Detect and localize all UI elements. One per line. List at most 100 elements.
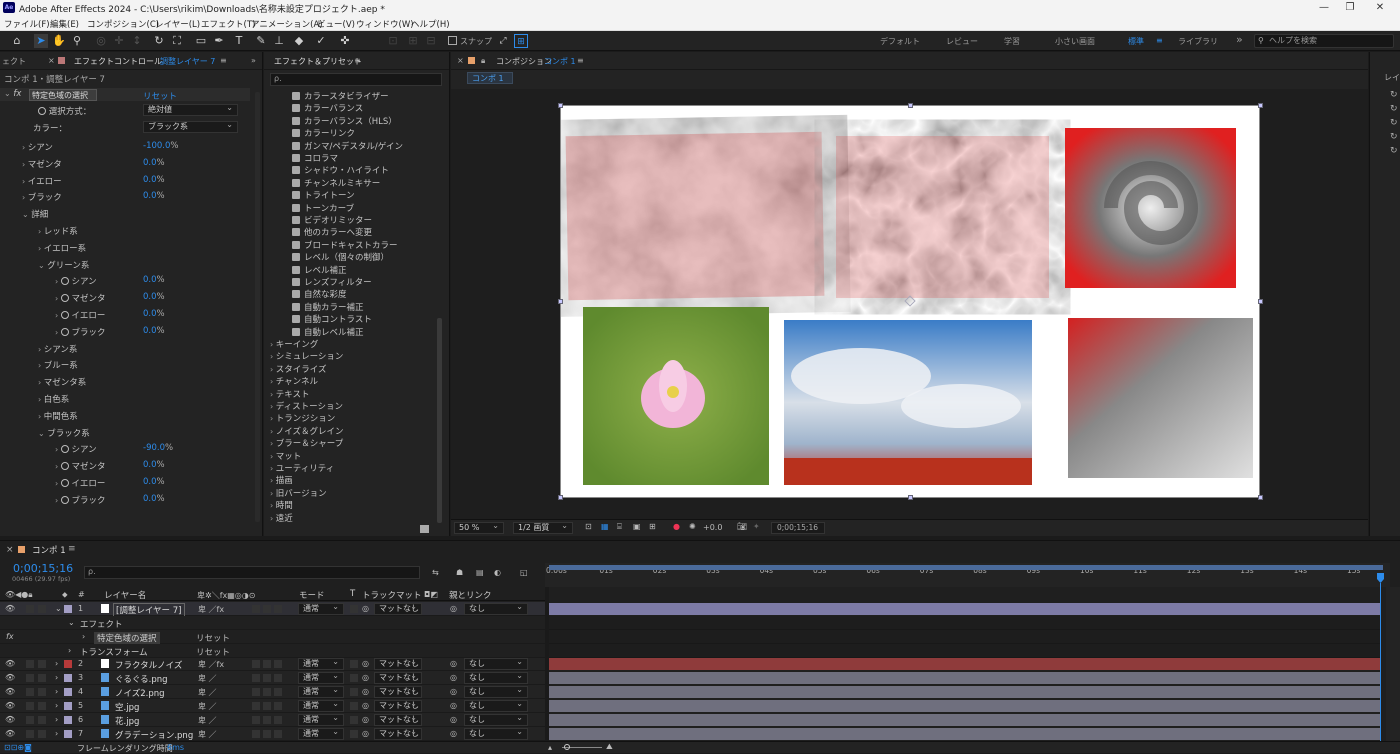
parent-pickwhip-icon[interactable]: ◎ [450, 659, 457, 668]
layer-label-color[interactable] [64, 674, 72, 682]
layer-expand-icon[interactable]: › [55, 659, 58, 668]
property-expand-icon[interactable]: ⌄ [68, 618, 75, 627]
effect-category[interactable]: › チャンネル [270, 375, 318, 387]
graph-editor-icon[interactable]: ◱ [520, 568, 528, 577]
visibility-eye-icon[interactable]: 👁︎ [5, 729, 15, 738]
fx-switch-icon[interactable]: fx [6, 632, 14, 641]
timeline-menu-icon[interactable]: ≡ [68, 544, 76, 554]
pen-tool-icon[interactable]: ✒ [212, 34, 226, 48]
effect-category[interactable]: › トランジション [270, 412, 335, 424]
3d-switch[interactable] [274, 702, 282, 710]
resolution-dropdown[interactable]: 1/2 画質 [513, 521, 573, 534]
orbit-camera-icon[interactable]: ◎ [94, 34, 108, 48]
param-value[interactable]: 0.0% [143, 175, 165, 185]
method-dropdown[interactable]: 絶対値 [143, 103, 238, 116]
preserve-transparency-checkbox[interactable] [350, 716, 358, 724]
param-row[interactable]: › マゼンタ [55, 460, 105, 472]
matte-pickwhip-icon[interactable]: ◎ [362, 729, 369, 738]
effect-category[interactable]: › シミュレーション [270, 350, 343, 362]
effect-category[interactable]: › スタイライズ [270, 363, 327, 375]
mode-dropdown[interactable]: 通常 [298, 657, 344, 670]
matte-pickwhip-icon[interactable]: ◎ [362, 701, 369, 710]
audio-switch[interactable] [26, 730, 34, 738]
layer-expand-icon[interactable]: › [55, 687, 58, 696]
workspace-standard[interactable]: 標準 [1128, 36, 1144, 47]
effect-list-item[interactable]: カラーバランス [292, 102, 363, 114]
eraser-tool-icon[interactable]: ◆ [292, 34, 306, 48]
audio-switch[interactable] [26, 660, 34, 668]
timeline-zoom-knob[interactable] [564, 744, 570, 750]
col-layer-name[interactable]: レイヤー名 [104, 589, 146, 601]
parent-dropdown[interactable]: なし [464, 699, 528, 712]
stopwatch-icon[interactable] [60, 479, 69, 487]
param-row[interactable]: › シアン [22, 141, 53, 153]
3d-switch[interactable] [274, 605, 282, 613]
right-panel-label[interactable]: レイ [1384, 72, 1400, 83]
lock-switch[interactable] [38, 702, 46, 710]
layer-label-color[interactable] [64, 730, 72, 738]
clone-stamp-tool-icon[interactable]: ⊥ [272, 34, 286, 48]
mode-dropdown[interactable]: 通常 [298, 699, 344, 712]
exposure-icon[interactable]: ✺ [689, 522, 696, 531]
region-of-interest-icon[interactable]: ▣ [633, 522, 641, 531]
comp-canvas[interactable] [558, 103, 1263, 500]
comp-tab-close-icon[interactable]: × [457, 56, 464, 65]
canvas-handle-bl[interactable] [558, 495, 563, 500]
collapse-arrow-icon[interactable]: ⌄ [38, 429, 47, 438]
param-number[interactable]: 0.0 [143, 292, 157, 302]
brush-tool-icon[interactable]: ✎ [254, 34, 268, 48]
visibility-eye-icon[interactable]: 👁︎ [5, 687, 15, 696]
channel-icon[interactable]: ● [673, 522, 680, 531]
trackmatte-dropdown[interactable]: マットなし [374, 657, 422, 670]
layer-row[interactable]: 👁︎ › 6 花.jpg 卑 ／ 通常 ◎ マットなし ◎ なし [0, 713, 545, 727]
mask-visibility-icon[interactable]: ⌸ [617, 522, 622, 532]
expand-arrow-icon[interactable]: › [55, 328, 61, 337]
shy-icon[interactable]: ☗ [456, 568, 463, 577]
layer-switches-icon[interactable]: 卑 ／ [198, 673, 217, 684]
comp-flow-tab[interactable]: コンポ 1 [467, 72, 513, 84]
col-parent[interactable]: 親とリンク [449, 589, 492, 601]
param-row[interactable]: › イエロー [55, 309, 105, 321]
timeline-search-input[interactable]: ρ. [84, 566, 420, 579]
view-axis-icon[interactable]: ⊟ [424, 34, 438, 48]
effect-category[interactable]: › ノイズ＆グレイン [270, 425, 344, 437]
matte-pickwhip-icon[interactable]: ◎ [362, 604, 369, 613]
world-axis-icon[interactable]: ⊞ [406, 34, 420, 48]
layer-name[interactable]: ぐるぐる.png [115, 673, 168, 685]
effect-list-item[interactable]: 自動カラー補正 [292, 301, 364, 313]
visibility-eye-icon[interactable]: 👁︎ [5, 659, 15, 668]
effect-category[interactable]: › ブラー＆シャープ [270, 437, 343, 449]
layer-row[interactable]: 👁︎ › 7 グラデーション.png 卑 ／ 通常 ◎ マットなし ◎ なし [0, 727, 545, 741]
property-reset-link[interactable]: リセット [196, 646, 230, 658]
param-number[interactable]: 0.0 [143, 477, 157, 487]
comp-mini-flowchart-icon[interactable]: ⇆ [432, 568, 439, 577]
expand-arrow-icon[interactable]: › [55, 294, 61, 303]
parent-dropdown[interactable]: なし [464, 727, 528, 740]
param-number[interactable]: -90.0 [143, 443, 165, 453]
param-value[interactable]: 0.0% [143, 494, 165, 504]
layer-switches-icon[interactable]: 卑 ／ [198, 715, 217, 726]
motion-blur-icon[interactable]: ◐ [494, 568, 501, 577]
workspace-default[interactable]: デフォルト [880, 36, 920, 47]
matte-pickwhip-icon[interactable]: ◎ [362, 673, 369, 682]
color-dropdown[interactable]: ブラック系 [143, 120, 238, 133]
matte-pickwhip-icon[interactable]: ◎ [362, 687, 369, 696]
param-number[interactable]: 0.0 [143, 460, 157, 470]
snap-checkbox[interactable] [448, 36, 457, 45]
group-row[interactable]: › 白色系 [38, 393, 69, 405]
zoom-tool-icon[interactable]: ⚲ [70, 34, 84, 48]
group-row[interactable]: ⌄ 詳細 [22, 208, 48, 220]
layer-property-row[interactable]: fx › 特定色域の選択 リセット [0, 630, 545, 644]
parent-dropdown[interactable]: なし [464, 713, 528, 726]
effect-list-item[interactable]: カラーリンク [292, 127, 355, 139]
layer-label-color[interactable] [64, 688, 72, 696]
help-search-input[interactable]: ⚲ ヘルプを検索 [1254, 34, 1394, 48]
minimize-button[interactable]: — [1314, 1, 1334, 15]
parent-dropdown[interactable]: なし [464, 685, 528, 698]
3d-switch[interactable] [274, 716, 282, 724]
param-value[interactable]: -90.0% [143, 443, 173, 453]
param-number[interactable]: 0.0 [143, 275, 157, 285]
motion-blur-switch[interactable] [252, 730, 260, 738]
exposure-value[interactable]: +0.0 [703, 523, 722, 532]
canvas-handle-br[interactable] [1258, 495, 1263, 500]
